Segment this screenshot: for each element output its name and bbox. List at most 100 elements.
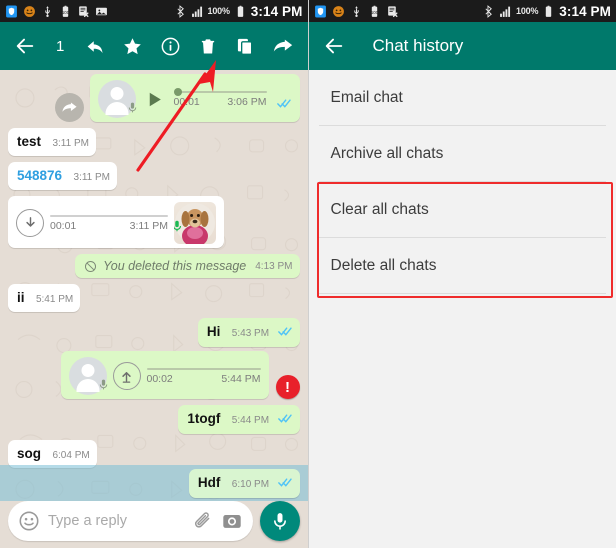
selected-count-label: 1	[56, 37, 65, 55]
voice-message-bubble-out[interactable]: 00:01 3:06 PM	[89, 74, 300, 122]
text-message-bubble[interactable]: Hi 5:43 PM	[197, 318, 300, 347]
selection-action-bar: 1	[0, 22, 308, 70]
bluetooth-icon	[177, 4, 184, 18]
bluetooth-icon	[485, 4, 492, 18]
message-input-bar: Type a reply	[0, 494, 308, 548]
play-button[interactable]	[142, 86, 168, 112]
message-row-test[interactable]: test 3:11 PM	[8, 128, 300, 156]
message-time: 3:11 PM	[73, 172, 111, 183]
camera-icon[interactable]	[221, 510, 243, 532]
message-row-sog[interactable]: sog 6:04 PM	[8, 440, 300, 468]
voice-progress[interactable]: 00:02 5:44 PM	[146, 367, 261, 385]
message-time: 3:06 PM	[227, 95, 267, 108]
smiley-icon	[24, 5, 35, 17]
usb-icon	[353, 5, 359, 17]
status-bar-right: 100 100% 3:14 PM	[308, 0, 616, 22]
voice-progress[interactable]: 00:01 3:06 PM	[173, 87, 267, 108]
reply-input-placeholder[interactable]: Type a reply	[48, 513, 184, 529]
document-x-icon	[387, 5, 397, 17]
svg-text:100: 100	[370, 10, 378, 15]
voice-duration: 00:01	[50, 219, 77, 232]
text-message-bubble[interactable]: sog 6:04 PM	[8, 440, 97, 468]
message-row-voice-out-2[interactable]: 00:02 5:44 PM !	[8, 351, 300, 399]
message-row-voice-in-1[interactable]: 00:01 3:11 PM	[8, 196, 300, 248]
voice-message-bubble-in[interactable]: 00:01 3:11 PM	[8, 196, 224, 248]
voice-seek-bar[interactable]	[146, 367, 261, 370]
error-badge[interactable]: !	[275, 375, 300, 399]
emoji-icon[interactable]	[18, 510, 40, 532]
block-icon	[85, 260, 97, 272]
paperclip-icon[interactable]	[192, 511, 213, 532]
signal-icon	[500, 6, 511, 17]
battery-saver-icon: 100	[370, 5, 378, 17]
back-arrow-icon[interactable]	[10, 31, 40, 61]
text-message-bubble[interactable]: 1togf 5:44 PM	[178, 405, 300, 434]
message-row-deleted[interactable]: You deleted this message 4:13 PM	[8, 254, 300, 278]
text-message-bubble[interactable]: ii 5:41 PM	[8, 284, 81, 312]
reply-input-container[interactable]: Type a reply	[8, 501, 253, 541]
message-text: 1togf	[187, 411, 221, 426]
status-icons-left: 100	[314, 5, 399, 18]
voice-seek-bar[interactable]	[50, 214, 168, 217]
menu-divider	[318, 293, 606, 294]
menu-item-archive-all-chats[interactable]: Archive all chats	[308, 126, 616, 181]
message-row-voice-out-1[interactable]: 00:01 3:06 PM	[8, 74, 300, 122]
menu-item-clear-all-chats[interactable]: Clear all chats	[308, 182, 616, 237]
voice-progress[interactable]: 00:01 3:11 PM	[50, 214, 168, 232]
forward-icon[interactable]	[268, 31, 298, 61]
chat-message-area: 00:01 3:06 PM test 3:11 PM 548876 3:11 P…	[0, 70, 308, 548]
deleted-message-bubble[interactable]: You deleted this message 4:13 PM	[75, 254, 300, 278]
read-receipt-icon	[276, 96, 292, 118]
voice-seek-bar[interactable]	[173, 87, 267, 96]
avatar	[68, 357, 110, 396]
read-receipt-icon	[277, 324, 293, 342]
status-icons-right: 100% 3:14 PM	[174, 4, 303, 19]
message-row-ii[interactable]: ii 5:41 PM	[8, 284, 300, 312]
copy-icon[interactable]	[230, 31, 260, 61]
status-bar-left: 100 100% 3:14 PM	[0, 0, 308, 22]
message-row-1togf[interactable]: 1togf 5:44 PM	[8, 405, 300, 434]
shield-icon	[6, 5, 17, 17]
back-arrow-icon[interactable]	[319, 31, 349, 61]
read-receipt-icon	[277, 411, 293, 429]
document-x-icon	[79, 5, 89, 17]
status-icons-left: 100	[5, 5, 108, 18]
mic-icon	[97, 378, 110, 396]
text-message-bubble[interactable]: test 3:11 PM	[8, 128, 96, 156]
message-time: 5:41 PM	[35, 294, 74, 305]
star-icon[interactable]	[118, 31, 148, 61]
chat-history-settings-panel: 100 100% 3:14 PM Chat history Email chat…	[307, 0, 616, 548]
message-text: test	[17, 134, 42, 149]
reply-icon[interactable]	[80, 31, 110, 61]
text-message-bubble-link[interactable]: 548876 3:11 PM	[8, 162, 118, 190]
message-text: ii	[17, 290, 25, 305]
message-row-hi[interactable]: Hi 5:43 PM	[8, 318, 300, 347]
message-time: 6:04 PM	[52, 450, 90, 461]
delete-icon[interactable]	[193, 31, 223, 61]
menu-item-delete-all-chats[interactable]: Delete all chats	[308, 238, 616, 293]
voice-record-button[interactable]	[259, 501, 300, 541]
mic-icon	[174, 219, 184, 238]
whatsapp-chat-panel: 100 100% 3:14 PM 1 00:01 3:06 PM test 3:…	[0, 0, 308, 548]
download-button[interactable]	[16, 209, 44, 237]
message-text: You deleted this message	[103, 259, 247, 273]
voice-player: 00:01 3:06 PM	[90, 74, 300, 122]
message-text-link[interactable]: 548876	[17, 168, 62, 183]
voice-duration: 00:01	[173, 95, 200, 108]
info-icon[interactable]	[155, 31, 185, 61]
message-row-548876[interactable]: 548876 3:11 PM	[8, 162, 300, 190]
clock-label: 3:14 PM	[559, 3, 611, 19]
voice-message-bubble-out[interactable]: 00:02 5:44 PM	[60, 351, 269, 399]
battery-percent-label: 100%	[516, 6, 539, 16]
battery-saver-icon: 100	[62, 5, 70, 17]
menu-item-email-chat[interactable]: Email chat	[308, 70, 616, 125]
page-title: Chat history	[372, 36, 464, 55]
voice-player: 00:02 5:44 PM	[61, 351, 269, 399]
usb-icon	[45, 5, 50, 17]
battery-icon	[546, 5, 552, 17]
voice-player: 00:01 3:11 PM	[8, 196, 224, 248]
status-icons-right: 100% 3:14 PM	[482, 4, 611, 19]
upload-button[interactable]	[112, 362, 141, 390]
voice-duration: 00:02	[146, 372, 173, 385]
forwarded-badge-icon	[54, 93, 84, 122]
